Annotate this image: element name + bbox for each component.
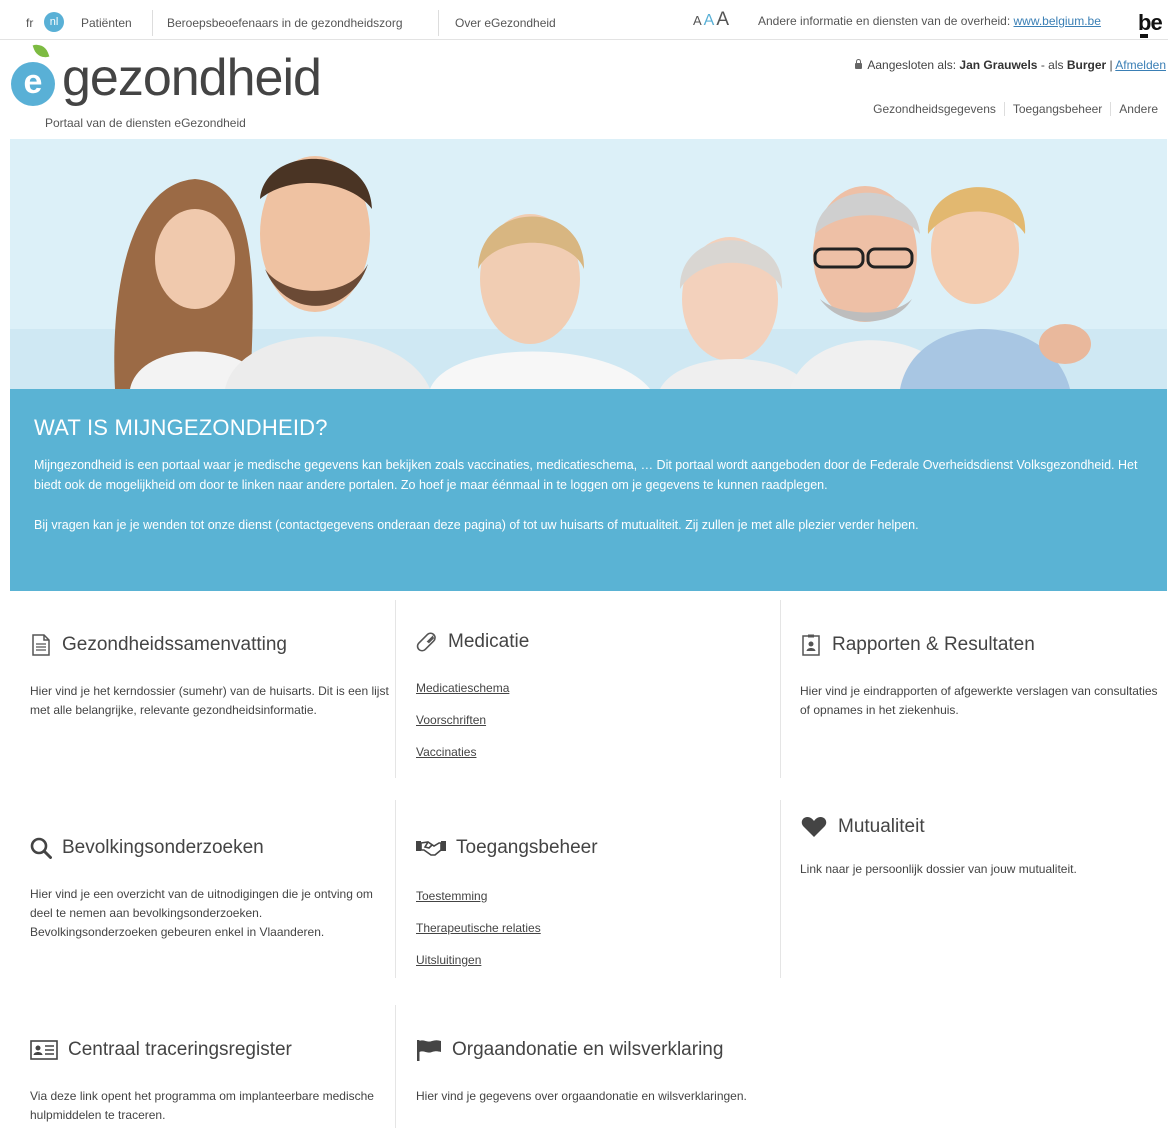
link-exclusions[interactable]: Uitsluitingen xyxy=(416,953,776,967)
card-description: Via deze link opent het programma om imp… xyxy=(30,1089,374,1122)
hero-image xyxy=(10,139,1167,389)
divider xyxy=(395,800,396,978)
other-info: Andere informatie en diensten van de ove… xyxy=(758,14,1101,28)
card-health-summary: Gezondheidssamenvatting Hier vind je het… xyxy=(30,634,390,720)
link-vaccinations[interactable]: Vaccinaties xyxy=(416,745,776,759)
card-medication: Medicatie Medicatieschema Voorschriften … xyxy=(416,631,776,769)
card-description: Link naar je persoonlijk dossier van jou… xyxy=(800,862,1077,876)
card-title-text: Rapporten & Resultaten xyxy=(832,634,1035,655)
card-title-text: Orgaandonatie en wilsverklaring xyxy=(452,1039,724,1060)
access-links: Toestemming Therapeutische relaties Uits… xyxy=(416,889,776,967)
top-link-patients[interactable]: Patiënten xyxy=(81,16,132,30)
pill-icon xyxy=(416,631,438,653)
logo-circle[interactable]: e xyxy=(11,62,55,106)
report-icon xyxy=(800,634,822,656)
heart-icon xyxy=(800,816,828,838)
font-size-large-button[interactable]: A xyxy=(716,9,729,30)
card-title-reports[interactable]: Rapporten & Resultaten xyxy=(800,634,1160,656)
card-title-text: Bevolkingsonderzoeken xyxy=(62,837,264,858)
card-title-access-management[interactable]: Toegangsbeheer xyxy=(416,837,776,859)
card-mutuality: Mutualiteit Link naar je persoonlijk dos… xyxy=(800,816,1160,879)
link-medication-schedule[interactable]: Medicatieschema xyxy=(416,681,776,695)
top-bar: fr nl Patiënten Beroepsbeoefenaars in de… xyxy=(0,0,1168,40)
card-title-medication[interactable]: Medicatie xyxy=(416,631,776,653)
card-description: Hier vind je eindrapporten of afgewerkte… xyxy=(800,684,1158,717)
card-title-text: Toegangsbeheer xyxy=(456,837,598,858)
card-title-text: Centraal traceringsregister xyxy=(68,1039,292,1060)
medication-links: Medicatieschema Voorschriften Vaccinatie… xyxy=(416,681,776,759)
divider xyxy=(780,800,781,978)
flag-icon xyxy=(416,1039,442,1061)
link-consent[interactable]: Toestemming xyxy=(416,889,776,903)
belgium-link[interactable]: www.belgium.be xyxy=(1014,14,1101,28)
card-title-text: Gezondheidssamenvatting xyxy=(62,634,287,655)
divider xyxy=(780,600,781,778)
top-link-professionals[interactable]: Beroepsbeoefenaars in de gezondheidszorg xyxy=(167,16,403,30)
search-icon xyxy=(30,837,52,859)
document-icon xyxy=(30,634,52,656)
top-link-about[interactable]: Over eGezondheid xyxy=(455,16,556,30)
user-name: Jan Grauwels xyxy=(959,58,1038,72)
intro-paragraph: Mijngezondheid is een portaal waar je me… xyxy=(34,458,1138,492)
divider xyxy=(438,10,439,36)
divider xyxy=(152,10,153,36)
be-logo[interactable]: be xyxy=(1138,10,1163,38)
card-description: Hier vind je een overzicht van de uitnod… xyxy=(30,887,373,939)
intro-help-paragraph: Bij vragen kan je je wenden tot onze die… xyxy=(34,518,919,532)
logo-text[interactable]: gezondheid xyxy=(62,48,322,108)
logout-link[interactable]: Afmelden xyxy=(1115,58,1166,72)
font-size-medium-button[interactable]: A xyxy=(704,12,715,29)
user-role: Burger xyxy=(1066,58,1107,72)
card-title-screening[interactable]: Bevolkingsonderzoeken xyxy=(30,837,390,859)
role-prefix: - als xyxy=(1040,58,1064,72)
divider xyxy=(395,600,396,778)
link-prescriptions[interactable]: Voorschriften xyxy=(416,713,776,727)
main-nav: Gezondheidsgegevens Toegangsbeheer Andere xyxy=(865,102,1166,116)
divider xyxy=(395,1005,396,1128)
intro-panel: WAT IS MIJNGEZONDHEID? Mijngezondheid is… xyxy=(10,389,1167,591)
nav-item-other[interactable]: Andere xyxy=(1110,102,1166,116)
card-access-management: Toegangsbeheer Toestemming Therapeutisch… xyxy=(416,837,776,977)
card-title-text: Medicatie xyxy=(448,631,530,652)
card-title-organ-donation[interactable]: Orgaandonatie en wilsverklaring xyxy=(416,1039,776,1061)
logged-in-label: Aangesloten als: xyxy=(867,58,957,72)
link-therapeutic-relations[interactable]: Therapeutische relaties xyxy=(416,921,776,935)
language-nl-link[interactable]: nl xyxy=(44,12,64,32)
nav-item-health-data[interactable]: Gezondheidsgegevens xyxy=(865,102,1004,116)
card-description: Hier vind je het kerndossier (sumehr) va… xyxy=(30,684,389,717)
leaf-icon xyxy=(32,41,50,61)
other-info-text: Andere informatie en diensten van de ove… xyxy=(758,14,1011,28)
card-title-health-summary[interactable]: Gezondheidssamenvatting xyxy=(30,634,390,656)
font-size-controls: AAA xyxy=(693,9,731,31)
language-fr-link[interactable]: fr xyxy=(26,16,33,30)
card-title-text: Mutualiteit xyxy=(838,816,925,837)
card-organ-donation: Orgaandonatie en wilsverklaring Hier vin… xyxy=(416,1039,776,1106)
portal-subtitle: Portaal van de diensten eGezondheid xyxy=(45,116,246,130)
login-status: Aangesloten als: Jan Grauwels - als Burg… xyxy=(854,58,1166,72)
id-card-icon xyxy=(30,1039,58,1061)
intro-title: WAT IS MIJNGEZONDHEID? xyxy=(34,415,328,440)
lock-icon xyxy=(854,59,862,69)
card-description: Hier vind je gegevens over orgaandonatie… xyxy=(416,1089,747,1103)
card-screening: Bevolkingsonderzoeken Hier vind je een o… xyxy=(30,837,390,942)
card-title-mutuality[interactable]: Mutualiteit xyxy=(800,816,1160,838)
font-size-small-button[interactable]: A xyxy=(693,13,702,28)
card-reports: Rapporten & Resultaten Hier vind je eind… xyxy=(800,634,1160,720)
handshake-icon xyxy=(416,837,446,859)
card-title-tracing-register[interactable]: Centraal traceringsregister xyxy=(30,1039,390,1061)
card-tracing-register: Centraal traceringsregister Via deze lin… xyxy=(30,1039,390,1125)
nav-item-access-management[interactable]: Toegangsbeheer xyxy=(1003,102,1110,116)
